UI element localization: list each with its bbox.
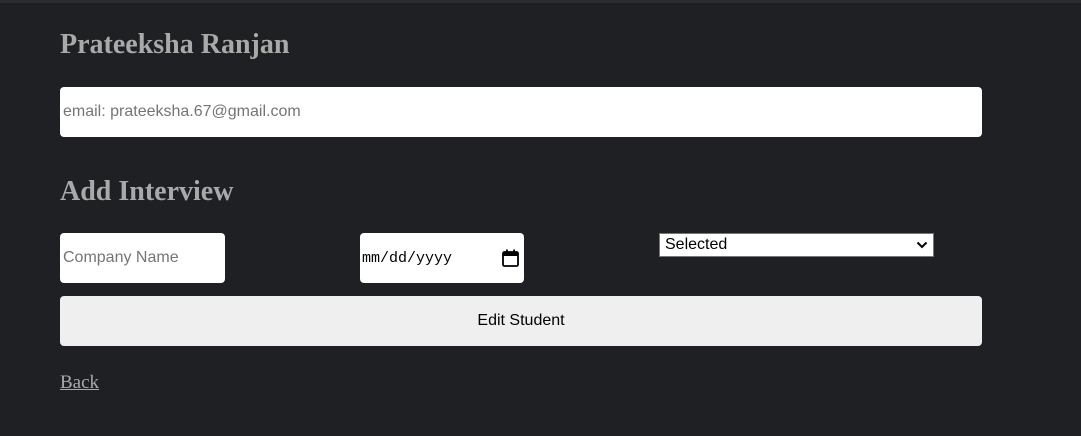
status-selected-value: Selected bbox=[665, 236, 728, 253]
calendar-icon[interactable] bbox=[502, 249, 519, 267]
email-field[interactable]: email: prateeksha.67@gmail.com bbox=[60, 87, 982, 137]
add-interview-heading: Add Interview bbox=[60, 176, 234, 207]
company-name-input[interactable] bbox=[60, 233, 225, 283]
email-text: email: prateeksha.67@gmail.com bbox=[63, 103, 301, 120]
chevron-down-icon bbox=[916, 241, 928, 249]
date-format-text: mm/dd/yyyy bbox=[362, 249, 453, 267]
back-link[interactable]: Back bbox=[60, 371, 99, 395]
edit-student-button[interactable]: Edit Student bbox=[60, 296, 982, 346]
student-name-heading: Prateeksha Ranjan bbox=[60, 29, 290, 60]
interview-status-select[interactable]: Selected bbox=[659, 233, 934, 257]
interview-date-input[interactable]: mm/dd/yyyy bbox=[360, 233, 524, 283]
top-border bbox=[0, 0, 1081, 3]
